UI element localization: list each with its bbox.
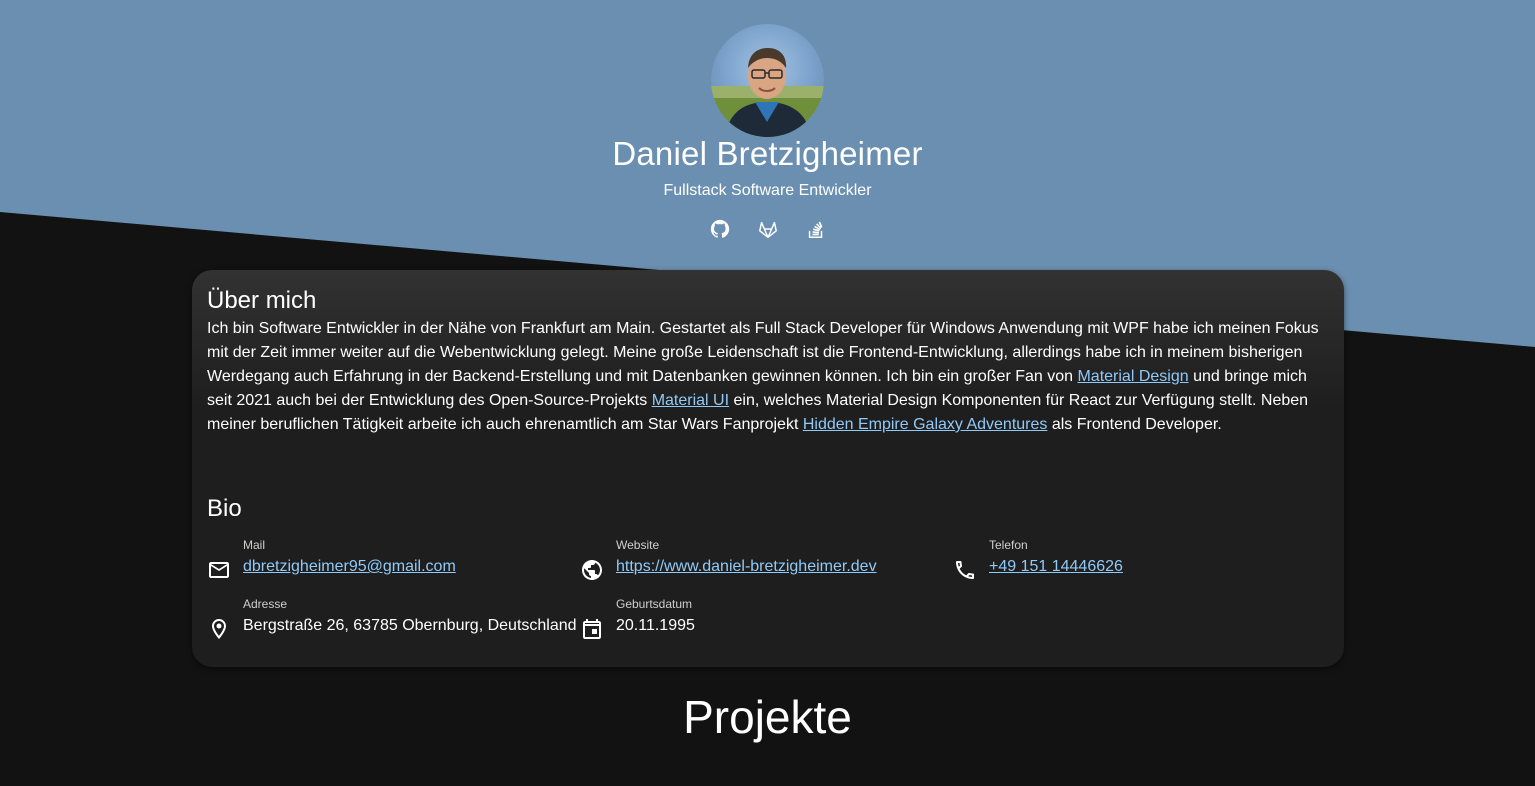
website-value: https://www.daniel-bretzigheimer.dev xyxy=(616,558,877,576)
projects-heading: Projekte xyxy=(683,691,852,743)
mail-link[interactable]: dbretzigheimer95@gmail.com xyxy=(243,558,456,575)
github-icon xyxy=(710,219,729,238)
github-link[interactable] xyxy=(709,218,731,240)
website-label: Website xyxy=(616,538,660,552)
avatar-photo xyxy=(711,48,824,137)
mail-icon xyxy=(209,562,229,578)
bio-phone: Telefon +49 151 14446626 xyxy=(953,538,1313,588)
about-text: Ich bin Software Entwickler in der Nähe … xyxy=(207,317,1322,437)
phone-icon xyxy=(956,561,974,579)
profile-card: Über mich Ich bin Software Entwickler in… xyxy=(192,270,1344,667)
location-pin-icon xyxy=(212,619,226,639)
address-label: Adresse xyxy=(243,597,288,611)
birthday-value: 20.11.1995 xyxy=(616,617,695,634)
hidden-empire-link[interactable]: Hidden Empire Galaxy Adventures xyxy=(803,416,1048,433)
about-text-part: als Frontend Developer. xyxy=(1047,416,1222,433)
birthday-label: Geburtsdatum xyxy=(616,597,693,611)
phone-link[interactable]: +49 151 14446626 xyxy=(989,558,1123,575)
gitlab-link[interactable] xyxy=(757,218,779,240)
mail-label: Mail xyxy=(243,538,266,552)
avatar xyxy=(711,24,824,137)
material-ui-link[interactable]: Material UI xyxy=(652,392,729,409)
bio-birthday: Geburtsdatum 20.11.1995 xyxy=(580,597,940,647)
social-links xyxy=(0,218,1535,240)
bio-address: Adresse Bergstraße 26, 63785 Obernburg, … xyxy=(207,597,577,647)
bio-heading: Bio xyxy=(207,495,242,522)
about-heading: Über mich xyxy=(207,287,317,314)
globe-icon xyxy=(582,560,602,580)
phone-value: +49 151 14446626 xyxy=(989,558,1123,576)
page: Daniel Bretzigheimer Fullstack Software … xyxy=(0,0,1535,786)
address-value: Bergstraße 26, 63785 Obernburg, Deutschl… xyxy=(243,617,577,634)
website-link[interactable]: https://www.daniel-bretzigheimer.dev xyxy=(616,558,877,575)
gitlab-icon xyxy=(758,221,777,238)
stackoverflow-icon xyxy=(808,221,822,238)
profile-title: Fullstack Software Entwickler xyxy=(663,182,872,199)
mail-value: dbretzigheimer95@gmail.com xyxy=(243,558,456,576)
profile-name: Daniel Bretzigheimer xyxy=(612,135,923,172)
calendar-icon xyxy=(583,619,601,639)
bio-mail: Mail dbretzigheimer95@gmail.com xyxy=(207,538,567,588)
bio-website: Website https://www.daniel-bretzigheimer… xyxy=(580,538,940,588)
stackoverflow-link[interactable] xyxy=(805,218,827,240)
material-design-link[interactable]: Material Design xyxy=(1077,368,1188,385)
phone-label: Telefon xyxy=(989,538,1028,552)
